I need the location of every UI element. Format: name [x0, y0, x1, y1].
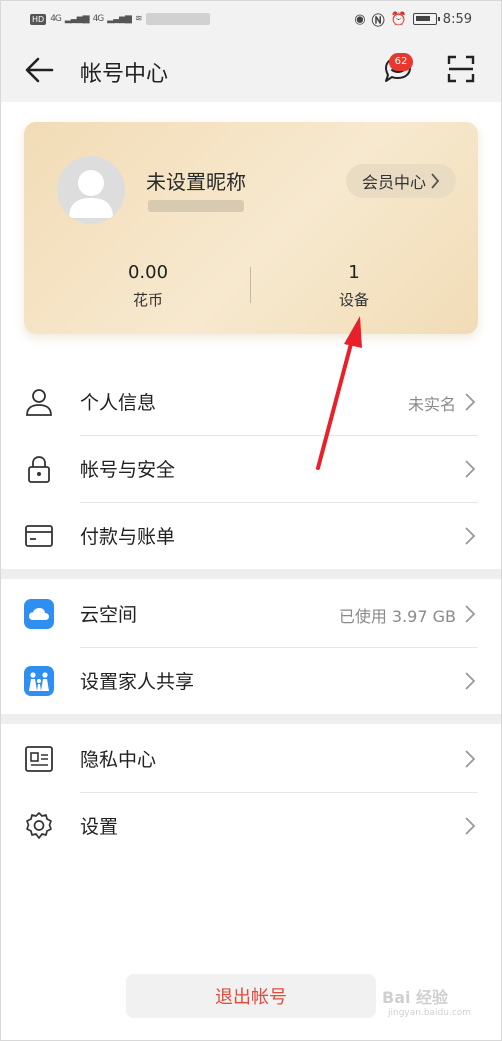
section-separator [0, 714, 502, 724]
stat-divider [250, 267, 251, 303]
blurred-notifications [145, 13, 210, 25]
member-center-label: 会员中心 [361, 173, 426, 192]
coins-value: 0.00 [127, 262, 169, 283]
logout-button[interactable]: 退出帐号 [126, 974, 376, 1018]
signal-icon: ▂▃▅▆ [64, 14, 90, 24]
network-type-2: 4G [92, 14, 105, 24]
settings-label: 设置 [80, 816, 119, 838]
menu-item-payment-bills[interactable]: 付款与账单 [0, 502, 502, 569]
menu-item-family-sharing[interactable]: 设置家人共享 [0, 647, 502, 714]
member-center-button[interactable]: 会员中心 [346, 164, 456, 198]
chevron-right-icon [465, 527, 476, 545]
stat-devices[interactable]: 1 设备 [274, 262, 434, 310]
menu-item-account-security[interactable]: 帐号与安全 [0, 435, 502, 502]
devices-label: 设备 [338, 291, 369, 309]
watermark-logo: Bai 经验 [382, 988, 449, 1007]
battery-icon [412, 13, 440, 25]
watermark-url: jingyan.baidu.com [388, 1008, 472, 1018]
profile-card: 未设置昵称 会员中心 0.00 花币 1 设备 [24, 122, 478, 334]
chevron-right-icon [465, 460, 476, 478]
chevron-right-icon [465, 817, 476, 835]
message-badge: 62 [389, 53, 413, 71]
chevron-right-icon [465, 750, 476, 768]
chevron-right-icon [465, 605, 476, 623]
menu-item-settings[interactable]: 设置 [0, 792, 502, 859]
eye-comfort-icon: ◉ [354, 11, 366, 27]
page-title: 帐号中心 [80, 62, 169, 87]
menu-item-personal-info[interactable]: 个人信息 未实名 [0, 368, 502, 435]
devices-value: 1 [348, 262, 360, 283]
card-icon [25, 525, 53, 547]
chevron-right-icon [465, 672, 476, 690]
arrow-left-icon[interactable] [22, 54, 56, 86]
signal-icon-2: ▂▃▅▆ [107, 14, 132, 24]
gear-icon [26, 812, 52, 839]
payment-bills-label: 付款与账单 [80, 526, 176, 548]
avatar[interactable] [57, 156, 125, 224]
section-separator [0, 569, 502, 579]
alarm-icon: ⏰ [390, 11, 407, 27]
personal-info-value: 未实名 [407, 395, 456, 414]
lock-icon [28, 456, 50, 483]
cloud-icon [24, 599, 54, 629]
personal-info-label: 个人信息 [80, 392, 157, 414]
family-icon [24, 666, 54, 696]
cloud-space-label: 云空间 [80, 604, 138, 626]
menu-item-cloud-space[interactable]: 云空间 已使用 3.97 GB [0, 580, 502, 647]
clock: 8:59 [442, 11, 472, 27]
wifi-icon: ≋ [134, 14, 142, 24]
stat-coins[interactable]: 0.00 花币 [68, 262, 228, 310]
chevron-right-icon [465, 393, 476, 411]
status-left: HD 4G ▂▃▅▆ 4G ▂▃▅▆ ≋ [30, 10, 210, 28]
chevron-right-icon [431, 173, 440, 189]
id-card-icon [25, 746, 53, 772]
hd-indicator: HD [30, 13, 47, 25]
scan-icon[interactable] [446, 54, 476, 84]
person-icon [26, 389, 52, 416]
default-avatar-icon [69, 170, 113, 218]
status-right: ◉ Ⓝ ⏰ 8:59 [354, 9, 472, 29]
nickname[interactable]: 未设置昵称 [146, 166, 246, 195]
account-security-label: 帐号与安全 [80, 459, 176, 481]
network-type-1: 4G [50, 14, 62, 24]
menu-item-privacy-center[interactable]: 隐私中心 [0, 725, 502, 792]
status-bar: HD 4G ▂▃▅▆ 4G ▂▃▅▆ ≋ ◉ Ⓝ ⏰ 8:59 [0, 0, 502, 38]
privacy-center-label: 隐私中心 [80, 749, 157, 771]
coins-label: 花币 [132, 291, 163, 309]
family-sharing-label: 设置家人共享 [80, 671, 195, 693]
app-header: 帐号中心 62 [0, 38, 502, 102]
blurred-account-id [148, 200, 244, 212]
cloud-space-usage: 已使用 3.97 GB [338, 607, 456, 626]
annotation-arrow [316, 316, 362, 470]
nfc-icon: Ⓝ [371, 13, 385, 29]
